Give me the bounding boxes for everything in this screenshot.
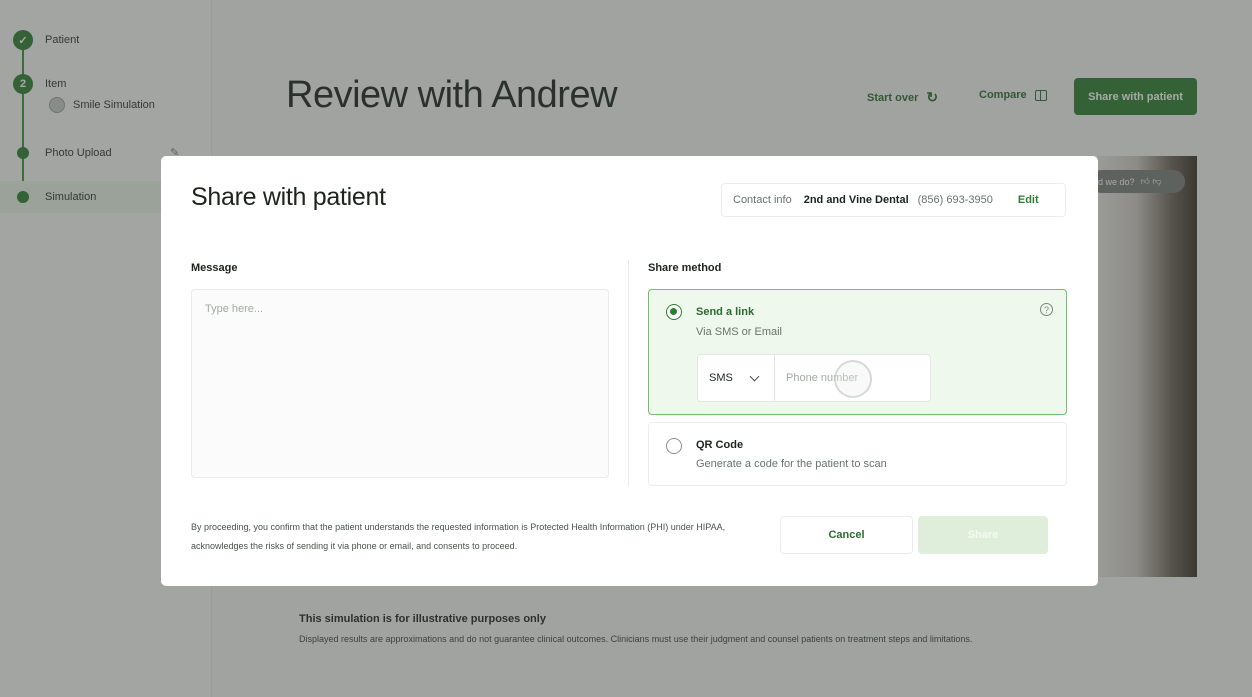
legal-consent-text: By proceeding, you confirm that the pati…	[191, 522, 726, 551]
method-title: Send a link	[696, 306, 755, 318]
divider	[628, 260, 629, 486]
channel-select[interactable]: SMS	[698, 355, 775, 401]
chevron-down-icon	[749, 371, 760, 381]
message-textarea[interactable]: Type here...	[191, 289, 609, 478]
contact-edit-link[interactable]: Edit	[1018, 194, 1039, 206]
method-title: QR Code	[696, 439, 744, 451]
phone-entry-group: SMS Phone number	[697, 354, 931, 402]
modal-title: Share with patient	[191, 183, 386, 211]
message-label: Message	[191, 262, 238, 274]
share-modal: Share with patient Contact info 2nd and …	[161, 156, 1098, 586]
share-method-label: Share method	[648, 262, 722, 274]
contact-phone: (856) 693-3950	[917, 194, 993, 206]
cursor-indicator	[834, 360, 872, 398]
cancel-button[interactable]: Cancel	[780, 516, 913, 554]
method-send-link[interactable]: Send a link Via SMS or Email ? SMS Phone…	[648, 289, 1067, 415]
contact-label: Contact info	[733, 194, 792, 206]
channel-value: SMS	[709, 372, 733, 384]
help-icon[interactable]: ?	[1040, 303, 1053, 316]
contact-info: Contact info 2nd and Vine Dental (856) 6…	[721, 183, 1066, 217]
radio-send-link[interactable]	[666, 304, 682, 320]
method-subtitle: Via SMS or Email	[696, 326, 782, 338]
method-subtitle: Generate a code for the patient to scan	[696, 458, 887, 470]
radio-qr-code[interactable]	[666, 438, 682, 454]
contact-name: 2nd and Vine Dental	[803, 194, 909, 206]
share-button[interactable]: Share	[918, 516, 1048, 554]
method-qr-code[interactable]: QR Code Generate a code for the patient …	[648, 422, 1067, 486]
phone-number-input[interactable]: Phone number	[775, 355, 930, 401]
